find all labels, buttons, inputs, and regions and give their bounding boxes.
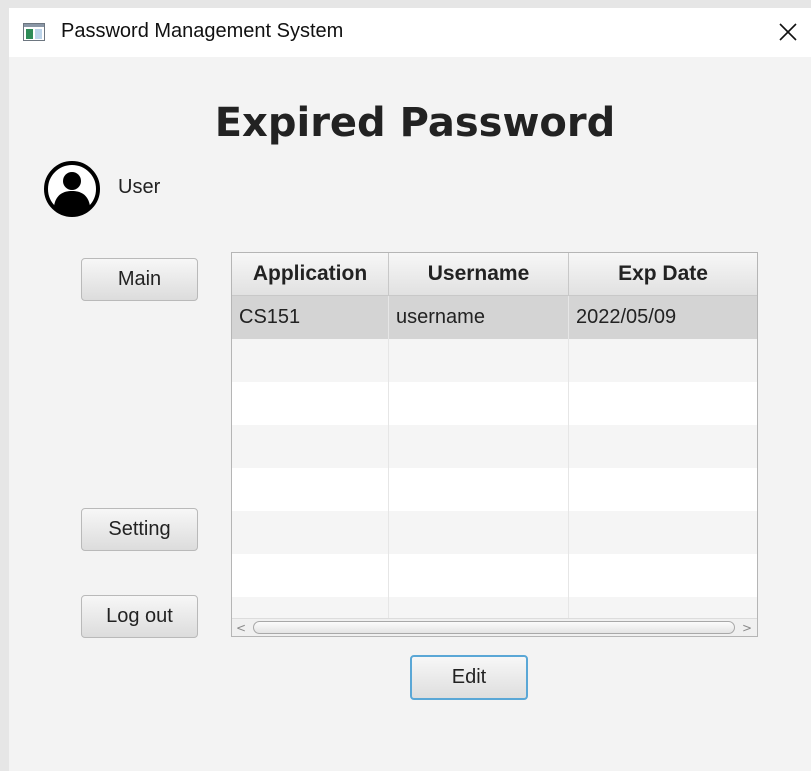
cell-username: username bbox=[389, 296, 569, 339]
scroll-right-icon[interactable]: > bbox=[739, 620, 755, 636]
expired-password-table[interactable]: Application Username Exp Date CS151 user… bbox=[231, 252, 758, 637]
horizontal-scrollbar[interactable]: < > bbox=[232, 618, 757, 636]
table-row[interactable]: CS151 username 2022/05/09 bbox=[232, 296, 757, 339]
app-window: Password Management System Expired Passw… bbox=[9, 8, 811, 771]
window-title: Password Management System bbox=[61, 20, 344, 42]
close-icon bbox=[779, 23, 797, 41]
table-row-empty bbox=[232, 511, 757, 554]
app-icon bbox=[23, 23, 45, 41]
edit-button[interactable]: Edit bbox=[410, 655, 528, 700]
cell-exp-date: 2022/05/09 bbox=[576, 306, 677, 328]
cell-application: CS151 bbox=[232, 296, 389, 339]
logout-button[interactable]: Log out bbox=[81, 595, 198, 638]
main-button[interactable]: Main bbox=[81, 258, 198, 301]
table-row-empty bbox=[232, 468, 757, 511]
table-row-empty bbox=[232, 554, 757, 597]
scrollbar-thumb[interactable] bbox=[253, 621, 735, 634]
column-header-exp-date[interactable]: Exp Date bbox=[569, 253, 757, 295]
page-title: Expired Password bbox=[214, 100, 616, 146]
user-label: User bbox=[118, 176, 161, 198]
scroll-left-icon[interactable]: < bbox=[233, 620, 249, 636]
column-header-username[interactable]: Username bbox=[389, 253, 569, 295]
close-button[interactable] bbox=[771, 15, 805, 49]
column-header-application[interactable]: Application bbox=[232, 253, 389, 295]
table-header: Application Username Exp Date bbox=[232, 253, 757, 296]
title-bar: Password Management System bbox=[9, 8, 811, 57]
user-circle-icon bbox=[44, 161, 100, 217]
table-row-empty bbox=[232, 339, 757, 382]
table-row-empty bbox=[232, 425, 757, 468]
setting-button[interactable]: Setting bbox=[81, 508, 198, 551]
table-row-empty bbox=[232, 382, 757, 425]
